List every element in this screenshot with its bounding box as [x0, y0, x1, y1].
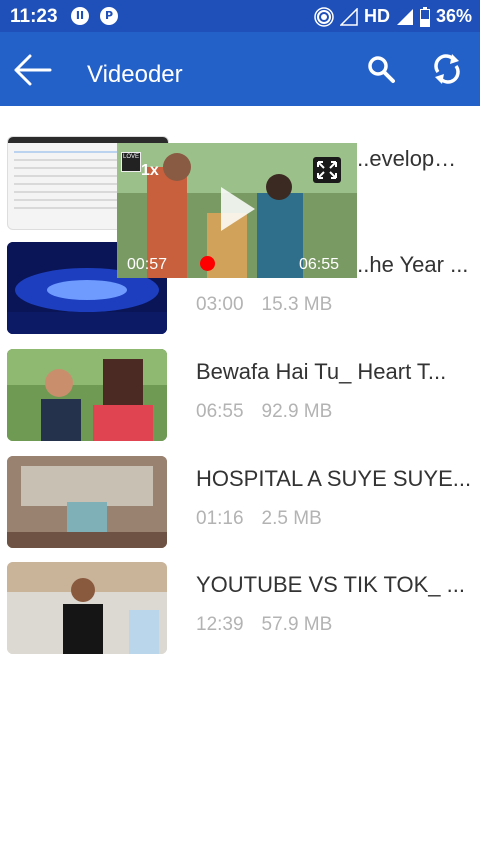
video-size: 57.9 MB	[261, 614, 333, 635]
playback-speed[interactable]: 1x	[141, 162, 159, 180]
mini-player[interactable]: LOVE 1x 00:57 06:55	[117, 143, 357, 278]
video-thumbnail	[7, 456, 167, 548]
status-time: 11:23	[10, 6, 58, 27]
video-item-5[interactable]: YOUTUBE VS TIK TOK_ ... 12:39 57.9 MB	[0, 562, 480, 668]
hotspot-icon	[314, 6, 334, 27]
status-icons: HD 36%	[314, 6, 472, 27]
video-meta: 01:16 2.5 MB	[196, 508, 322, 530]
video-duration: 12:39	[196, 614, 244, 635]
search-icon[interactable]	[366, 54, 396, 84]
battery-icon	[419, 6, 430, 27]
video-duration: 03:00	[196, 294, 244, 315]
video-size: 92.9 MB	[261, 401, 333, 422]
video-thumbnail	[7, 562, 167, 654]
video-title: HOSPITAL A SUYE SUYE...	[196, 466, 472, 491]
status-bar: 11:23 II P HD 36%	[0, 0, 480, 32]
video-item-4[interactable]: HOSPITAL A SUYE SUYE... 01:16 2.5 MB	[0, 456, 480, 562]
fullscreen-icon[interactable]	[313, 157, 341, 183]
battery-level: 36%	[435, 6, 472, 26]
video-meta: 03:00 15.3 MB	[196, 294, 332, 316]
total-duration: 06:55	[299, 256, 340, 273]
pause-icon: II	[71, 7, 89, 25]
video-duration: 06:55	[196, 401, 244, 422]
seek-handle[interactable]	[200, 256, 215, 271]
video-meta: 06:55 92.9 MB	[196, 401, 332, 423]
video-meta: 12:39 57.9 MB	[196, 614, 332, 636]
video-title: Bewafa Hai Tu_ Heart T...	[196, 359, 447, 384]
video-thumbnail	[7, 349, 167, 441]
signal-icon	[396, 8, 413, 25]
sync-icon[interactable]	[432, 52, 462, 86]
video-size: 2.5 MB	[261, 508, 322, 529]
video-item-3[interactable]: Bewafa Hai Tu_ Heart T... 06:55 92.9 MB	[0, 349, 480, 455]
network-type: HD	[363, 6, 390, 26]
video-title: YOUTUBE VS TIK TOK_ ...	[196, 572, 465, 597]
video-title: ...evelopme...	[351, 146, 471, 171]
signal-empty-icon	[339, 7, 358, 26]
video-duration: 01:16	[196, 508, 244, 529]
video-title: ...he Year ...	[351, 252, 469, 277]
back-arrow-icon[interactable]	[14, 54, 52, 86]
app-title: Videoder	[87, 61, 183, 88]
app-bar: Videoder	[0, 32, 480, 106]
video-size: 15.3 MB	[261, 294, 333, 315]
channel-logo: LOVE	[121, 152, 141, 172]
play-icon[interactable]	[221, 187, 255, 231]
current-time: 00:57	[127, 256, 168, 273]
p-notification-icon: P	[100, 7, 118, 25]
